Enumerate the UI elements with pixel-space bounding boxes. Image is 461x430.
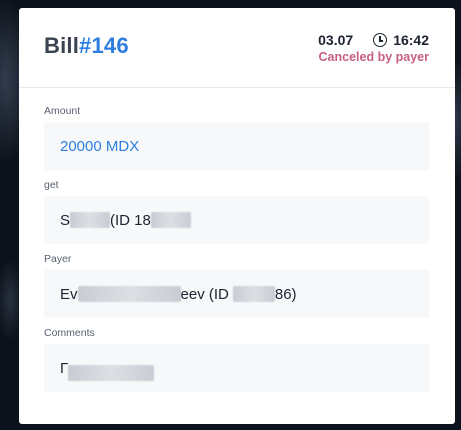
redacted-id [150,212,191,228]
payer-value-end: 86) [274,285,297,303]
comments-value-start: Г [60,359,69,377]
redacted-id [232,286,275,302]
bill-title: Bill#146 [44,33,129,59]
redacted-name [77,286,181,302]
get-value-mid: (ID 18 [110,211,151,229]
comments-field: Comments Г [44,326,429,392]
comments-value: Г [44,344,429,392]
payer-label: Payer [44,253,72,265]
amount-field: Amount 20000 MDX [44,104,429,170]
payer-value-mid: eev (ID [180,285,229,303]
redacted-name [70,212,111,228]
clock-icon [373,33,388,47]
get-label: get [44,179,59,191]
bill-prefix: Bill [44,33,80,58]
comments-label: Comments [44,327,95,339]
get-value-start: S [60,211,71,229]
bill-time: 16:42 [393,32,429,48]
payer-field: Payer Ev eev (ID 86) [44,252,429,318]
get-value: S (ID 18 [44,196,429,244]
payer-value: Ev eev (ID 86) [44,270,429,318]
get-field: get S (ID 18 [44,178,429,244]
payer-value-start: Ev [60,285,78,303]
bill-date: 03.07 [318,32,354,48]
amount-value: 20000 MDX [44,122,429,170]
bill-meta: 03.07 16:42 Canceled by payer [318,32,429,64]
modal-header: Bill#146 03.07 16:42 Canceled by payer [19,8,455,88]
bill-modal: Bill#146 03.07 16:42 Canceled by payer A… [19,8,455,424]
bill-number: #146 [79,33,129,58]
amount-label: Amount [44,105,81,117]
redacted-comment [68,365,155,381]
status-text: Canceled by payer [318,50,429,64]
